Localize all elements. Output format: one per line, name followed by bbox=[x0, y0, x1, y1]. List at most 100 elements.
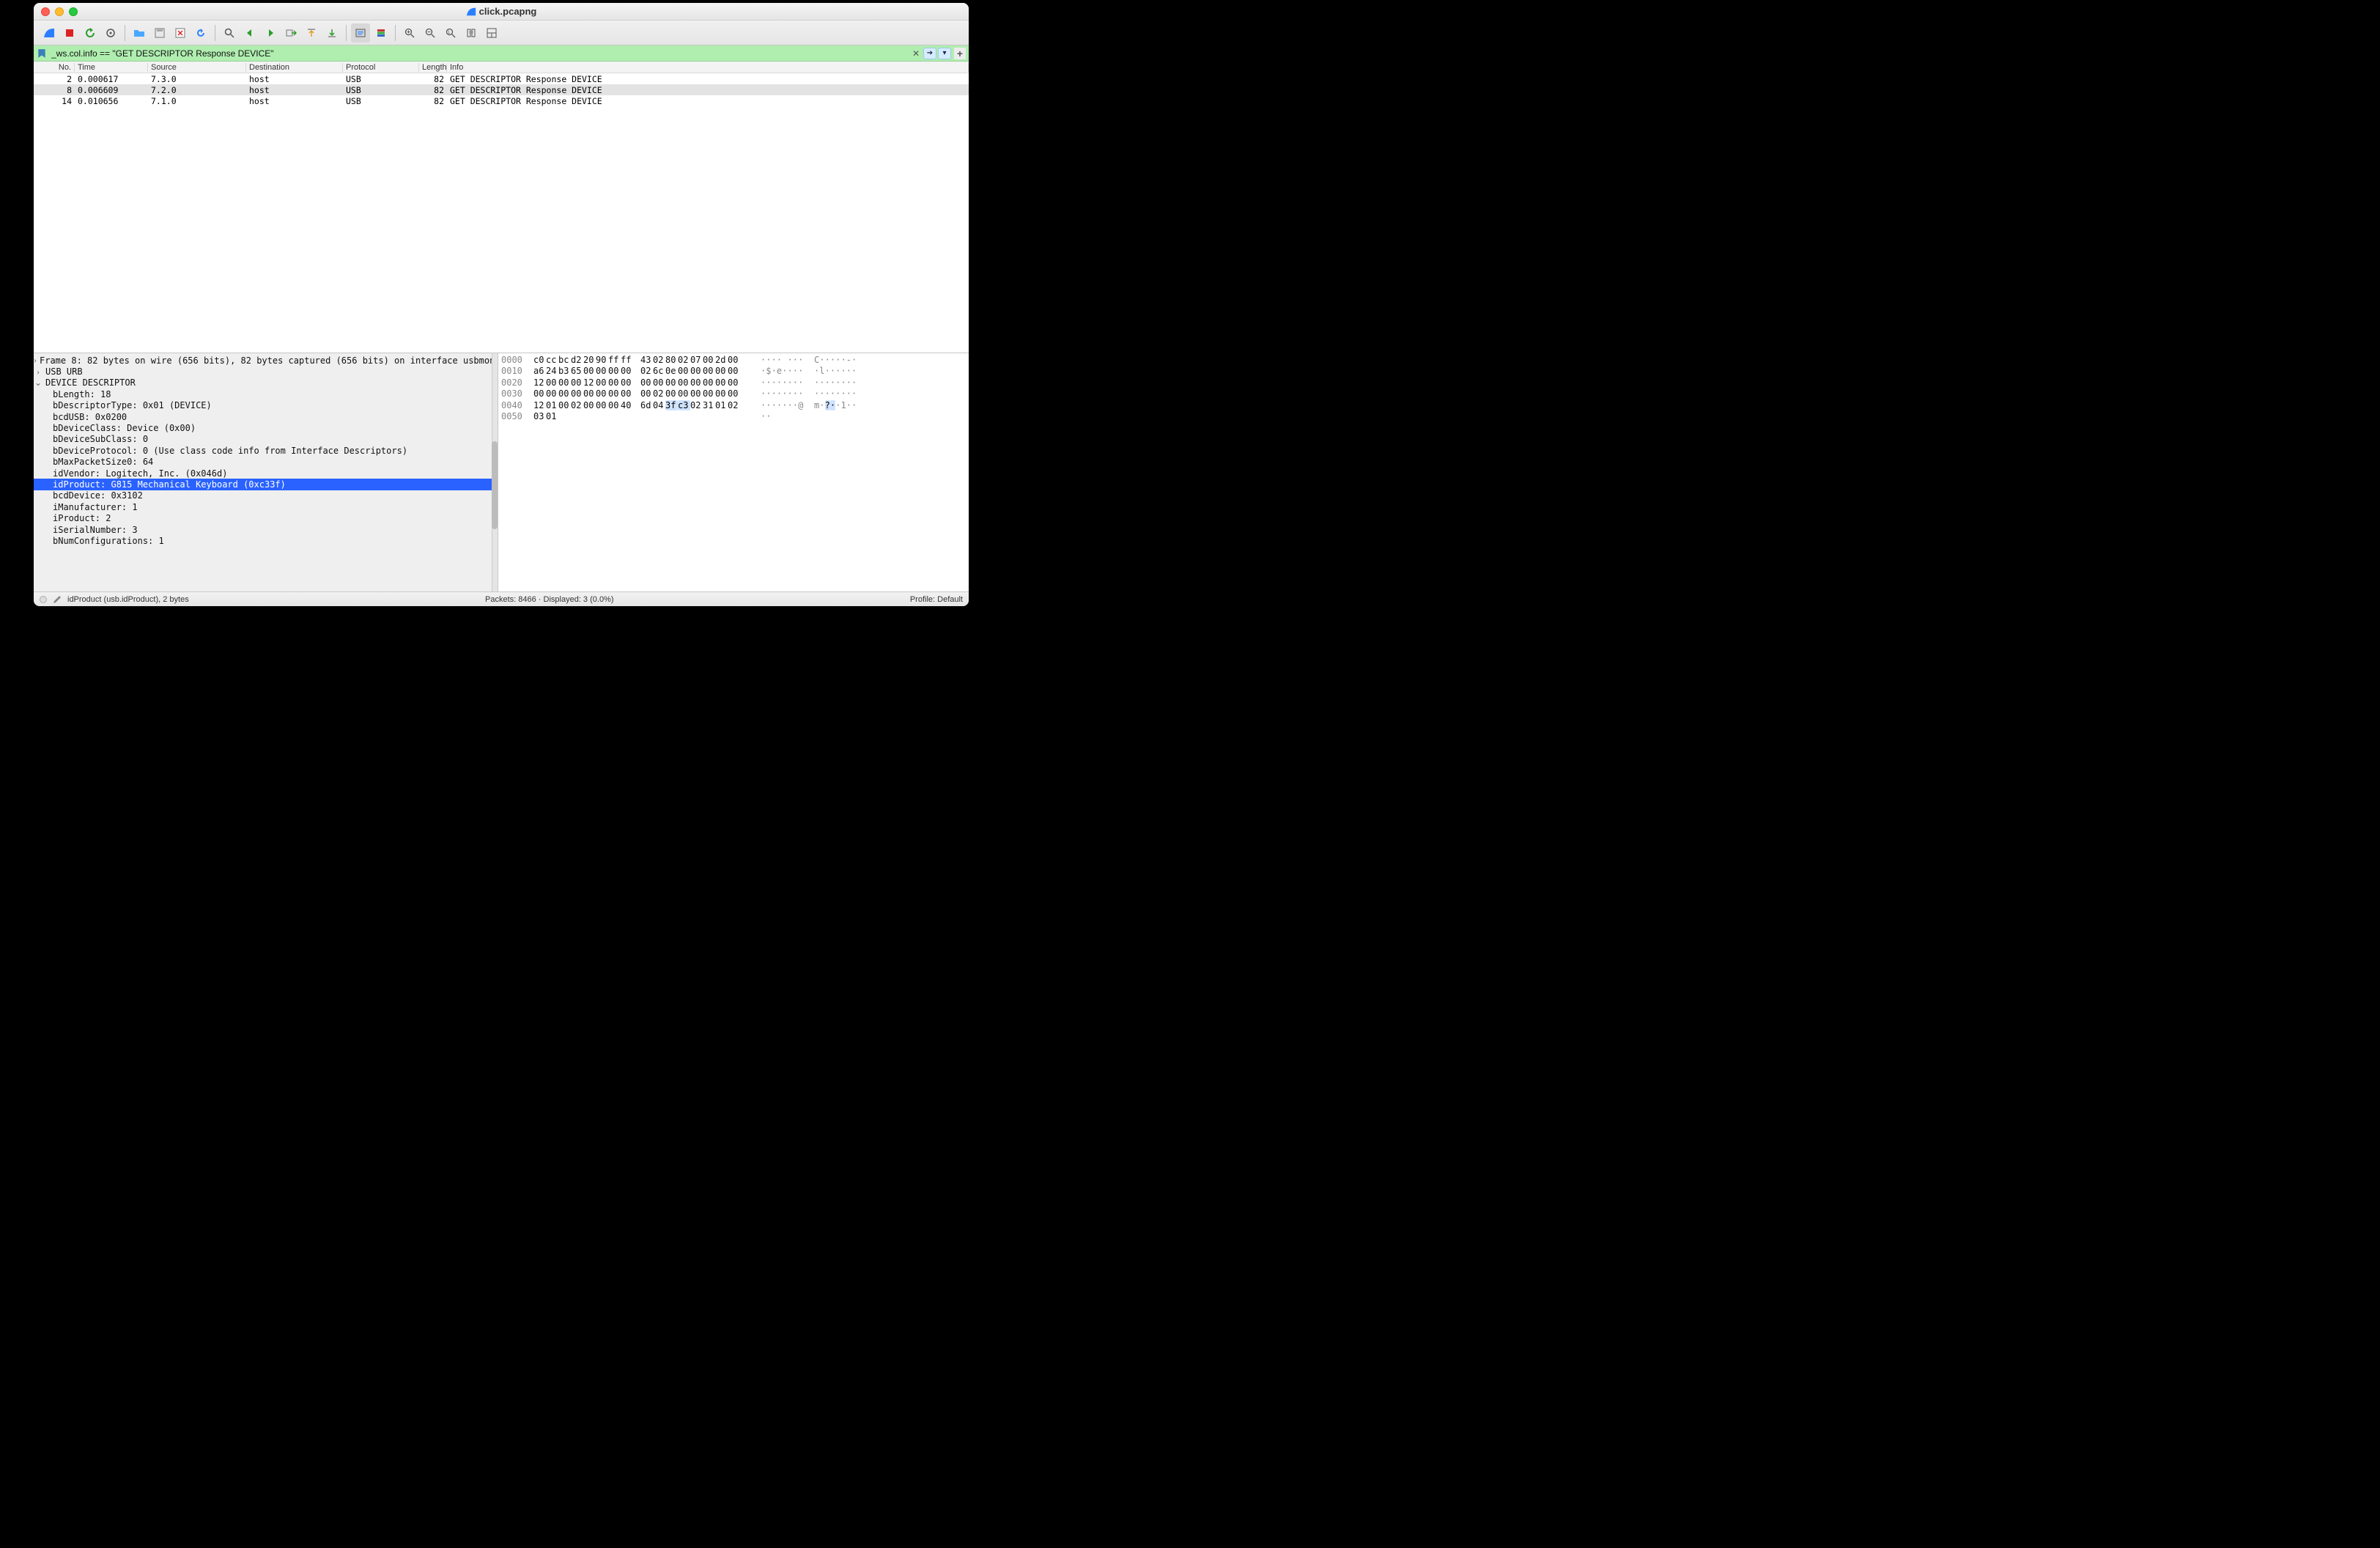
clear-filter-button[interactable]: ✕ bbox=[910, 48, 922, 59]
profile-text[interactable]: Profile: Default bbox=[910, 595, 963, 604]
close-file-button[interactable] bbox=[171, 23, 190, 43]
details-scrollbar[interactable] bbox=[492, 353, 498, 591]
detail-row[interactable]: iProduct: 2 bbox=[34, 512, 498, 523]
hex-bytes[interactable]: c0ccbcd22090ffff 4302800207002d00 bbox=[533, 355, 761, 366]
detail-text: bLength: 18 bbox=[34, 389, 111, 399]
col-header-time[interactable]: Time bbox=[75, 63, 148, 72]
detail-row[interactable]: idVendor: Logitech, Inc. (0x046d) bbox=[34, 468, 498, 479]
packet-list-pane: No. Time Source Destination Protocol Len… bbox=[34, 62, 969, 353]
detail-row[interactable]: bDeviceProtocol: 0 (Use class code info … bbox=[34, 445, 498, 456]
minimize-button[interactable] bbox=[55, 7, 64, 16]
open-file-button[interactable] bbox=[130, 23, 149, 43]
zoom-in-button[interactable] bbox=[400, 23, 419, 43]
hex-bytes[interactable]: a624b36500000000 026c0e0000000000 bbox=[533, 366, 761, 377]
col-header-info[interactable]: Info bbox=[447, 63, 969, 72]
detail-row[interactable]: idProduct: G815 Mechanical Keyboard (0xc… bbox=[34, 479, 498, 490]
detail-row[interactable]: bcdDevice: 0x3102 bbox=[34, 490, 498, 501]
detail-row[interactable]: bLength: 18 bbox=[34, 388, 498, 399]
restart-capture-button[interactable] bbox=[81, 23, 100, 43]
hex-ascii[interactable]: ···· ··· C·····-· bbox=[761, 355, 966, 366]
zoom-out-button[interactable] bbox=[421, 23, 440, 43]
hex-line[interactable]: 00401201000200000040 6d043fc302310102···… bbox=[501, 400, 966, 411]
hex-offset: 0010 bbox=[501, 366, 533, 377]
expand-arrow-icon[interactable]: ⌄ bbox=[34, 377, 42, 388]
detail-text: idProduct: G815 Mechanical Keyboard (0xc… bbox=[34, 479, 286, 490]
find-button[interactable] bbox=[220, 23, 239, 43]
detail-row[interactable]: bNumConfigurations: 1 bbox=[34, 535, 498, 546]
goto-last-button[interactable] bbox=[322, 23, 341, 43]
hex-ascii[interactable]: ·······@ m·?··1·· bbox=[761, 400, 966, 411]
capture-options-button[interactable] bbox=[101, 23, 120, 43]
add-filter-button[interactable]: + bbox=[954, 48, 966, 59]
detail-text: USB URB bbox=[42, 366, 83, 377]
hex-ascii[interactable]: ·· bbox=[761, 411, 966, 422]
hex-line[interactable]: 00201200000012000000 0000000000000000···… bbox=[501, 377, 966, 388]
detail-row[interactable]: ›Frame 8: 82 bytes on wire (656 bits), 8… bbox=[34, 355, 498, 366]
goto-first-button[interactable] bbox=[302, 23, 321, 43]
fin-icon-button[interactable] bbox=[40, 23, 59, 43]
column-header-row: No. Time Source Destination Protocol Len… bbox=[34, 62, 969, 73]
close-button[interactable] bbox=[41, 7, 50, 16]
bookmark-filter-icon[interactable] bbox=[37, 48, 47, 59]
hex-line[interactable]: 0000c0ccbcd22090ffff 4302800207002d00···… bbox=[501, 355, 966, 366]
display-filter-bar: ✕ ➔ ▾ + bbox=[34, 45, 969, 62]
hex-pane[interactable]: 0000c0ccbcd22090ffff 4302800207002d00···… bbox=[498, 353, 969, 591]
packet-row[interactable]: 20.0006177.3.0hostUSB82GET DESCRIPTOR Re… bbox=[34, 73, 969, 84]
packet-row[interactable]: 140.0106567.1.0hostUSB82GET DESCRIPTOR R… bbox=[34, 95, 969, 106]
detail-row[interactable]: iManufacturer: 1 bbox=[34, 501, 498, 512]
detail-row[interactable]: ›USB URB bbox=[34, 366, 498, 377]
expert-info-button[interactable] bbox=[40, 596, 47, 603]
filter-history-dropdown[interactable]: ▾ bbox=[938, 48, 951, 59]
hex-line[interactable]: 0010a624b36500000000 026c0e0000000000·$·… bbox=[501, 366, 966, 377]
apply-filter-button[interactable]: ➔ bbox=[923, 48, 936, 59]
hex-ascii[interactable]: ·$·e···· ·l······ bbox=[761, 366, 966, 377]
window-controls bbox=[34, 7, 78, 16]
packet-rows[interactable]: 20.0006177.3.0hostUSB82GET DESCRIPTOR Re… bbox=[34, 73, 969, 353]
hex-bytes[interactable]: 0301 bbox=[533, 411, 761, 422]
zoom-reset-button[interactable]: 1 bbox=[441, 23, 460, 43]
hex-bytes[interactable]: 1201000200000040 6d043fc302310102 bbox=[533, 400, 761, 411]
go-back-button[interactable] bbox=[240, 23, 259, 43]
col-header-no[interactable]: No. bbox=[34, 63, 75, 72]
hex-offset: 0020 bbox=[501, 377, 533, 388]
detail-row[interactable]: iSerialNumber: 3 bbox=[34, 524, 498, 535]
reload-button[interactable] bbox=[191, 23, 210, 43]
go-forward-button[interactable] bbox=[261, 23, 280, 43]
col-header-proto[interactable]: Protocol bbox=[343, 63, 419, 72]
detail-row[interactable]: bcdUSB: 0x0200 bbox=[34, 411, 498, 422]
app-window: click.pcapng 1 ✕ ➔ bbox=[34, 3, 969, 606]
edit-capture-comment-button[interactable] bbox=[53, 595, 62, 604]
col-header-len[interactable]: Length bbox=[419, 63, 447, 72]
maximize-button[interactable] bbox=[69, 7, 78, 16]
layout-button[interactable] bbox=[482, 23, 501, 43]
detail-row[interactable]: bDescriptorType: 0x01 (DEVICE) bbox=[34, 400, 498, 411]
packet-row[interactable]: 80.0066097.2.0hostUSB82GET DESCRIPTOR Re… bbox=[34, 84, 969, 95]
autoscroll-button[interactable] bbox=[351, 23, 370, 43]
detail-row[interactable]: bDeviceSubClass: 0 bbox=[34, 434, 498, 445]
main-toolbar: 1 bbox=[34, 21, 969, 45]
save-file-button[interactable] bbox=[150, 23, 169, 43]
detail-text: bcdDevice: 0x3102 bbox=[34, 490, 143, 501]
packet-details-pane[interactable]: ›Frame 8: 82 bytes on wire (656 bits), 8… bbox=[34, 353, 498, 591]
detail-text: idVendor: Logitech, Inc. (0x046d) bbox=[34, 468, 227, 479]
resize-columns-button[interactable] bbox=[462, 23, 481, 43]
titlebar: click.pcapng bbox=[34, 3, 969, 21]
hex-line[interactable]: 00500301 ·· bbox=[501, 411, 966, 422]
display-filter-input[interactable] bbox=[50, 48, 907, 59]
stop-capture-button[interactable] bbox=[60, 23, 79, 43]
detail-row[interactable]: ⌄DEVICE DESCRIPTOR bbox=[34, 377, 498, 388]
hex-ascii[interactable]: ········ ········ bbox=[761, 388, 966, 399]
hex-ascii[interactable]: ········ ········ bbox=[761, 377, 966, 388]
col-header-dst[interactable]: Destination bbox=[246, 63, 343, 72]
col-header-src[interactable]: Source bbox=[148, 63, 246, 72]
colorize-button[interactable] bbox=[372, 23, 391, 43]
hex-line[interactable]: 00300000000000000000 0002000000000000···… bbox=[501, 388, 966, 399]
detail-text: bDescriptorType: 0x01 (DEVICE) bbox=[34, 400, 212, 410]
detail-row[interactable]: bMaxPacketSize0: 64 bbox=[34, 457, 498, 468]
hex-bytes[interactable]: 1200000012000000 0000000000000000 bbox=[533, 377, 761, 388]
detail-row[interactable]: bDeviceClass: Device (0x00) bbox=[34, 422, 498, 433]
expand-arrow-icon[interactable]: › bbox=[34, 366, 42, 377]
goto-packet-button[interactable] bbox=[281, 23, 300, 43]
hex-bytes[interactable]: 0000000000000000 0002000000000000 bbox=[533, 388, 761, 399]
title-text: click.pcapng bbox=[479, 6, 537, 17]
